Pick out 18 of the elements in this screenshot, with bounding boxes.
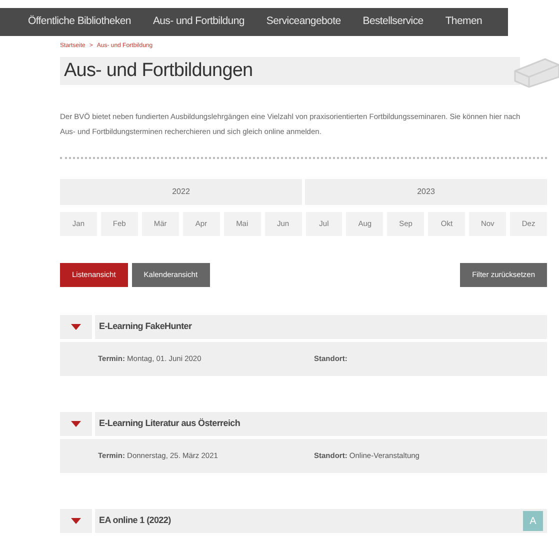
event-header[interactable]: EA online 1 (2022) A	[95, 509, 547, 533]
event-title: EA online 1 (2022)	[99, 514, 171, 528]
caret-icon[interactable]	[71, 324, 81, 330]
nav-link[interactable]: Öffentliche Bibliotheken	[28, 14, 131, 30]
event-header[interactable]: E-Learning Literatur aus Österreich	[95, 412, 547, 436]
year-tab[interactable]: 2022	[60, 179, 302, 205]
page-title: Aus- und Fortbildungen	[64, 58, 253, 83]
event-title: E-Learning FakeHunter	[99, 320, 192, 334]
event-header[interactable]: E-Learning FakeHunter	[95, 315, 547, 339]
nav-link[interactable]: Themen	[445, 14, 482, 30]
nav-link[interactable]: Serviceangebote	[266, 14, 341, 30]
caret-icon[interactable]	[71, 421, 81, 427]
event-title: E-Learning Literatur aus Österreich	[99, 417, 240, 430]
nav-link[interactable]: Aus- und Fortbildung	[152, 14, 244, 30]
caret-icon[interactable]	[71, 518, 81, 524]
event-badge: A	[523, 511, 543, 531]
nav-link[interactable]: Bestellservice	[362, 14, 424, 30]
year-tab[interactable]: 2023	[305, 179, 547, 205]
